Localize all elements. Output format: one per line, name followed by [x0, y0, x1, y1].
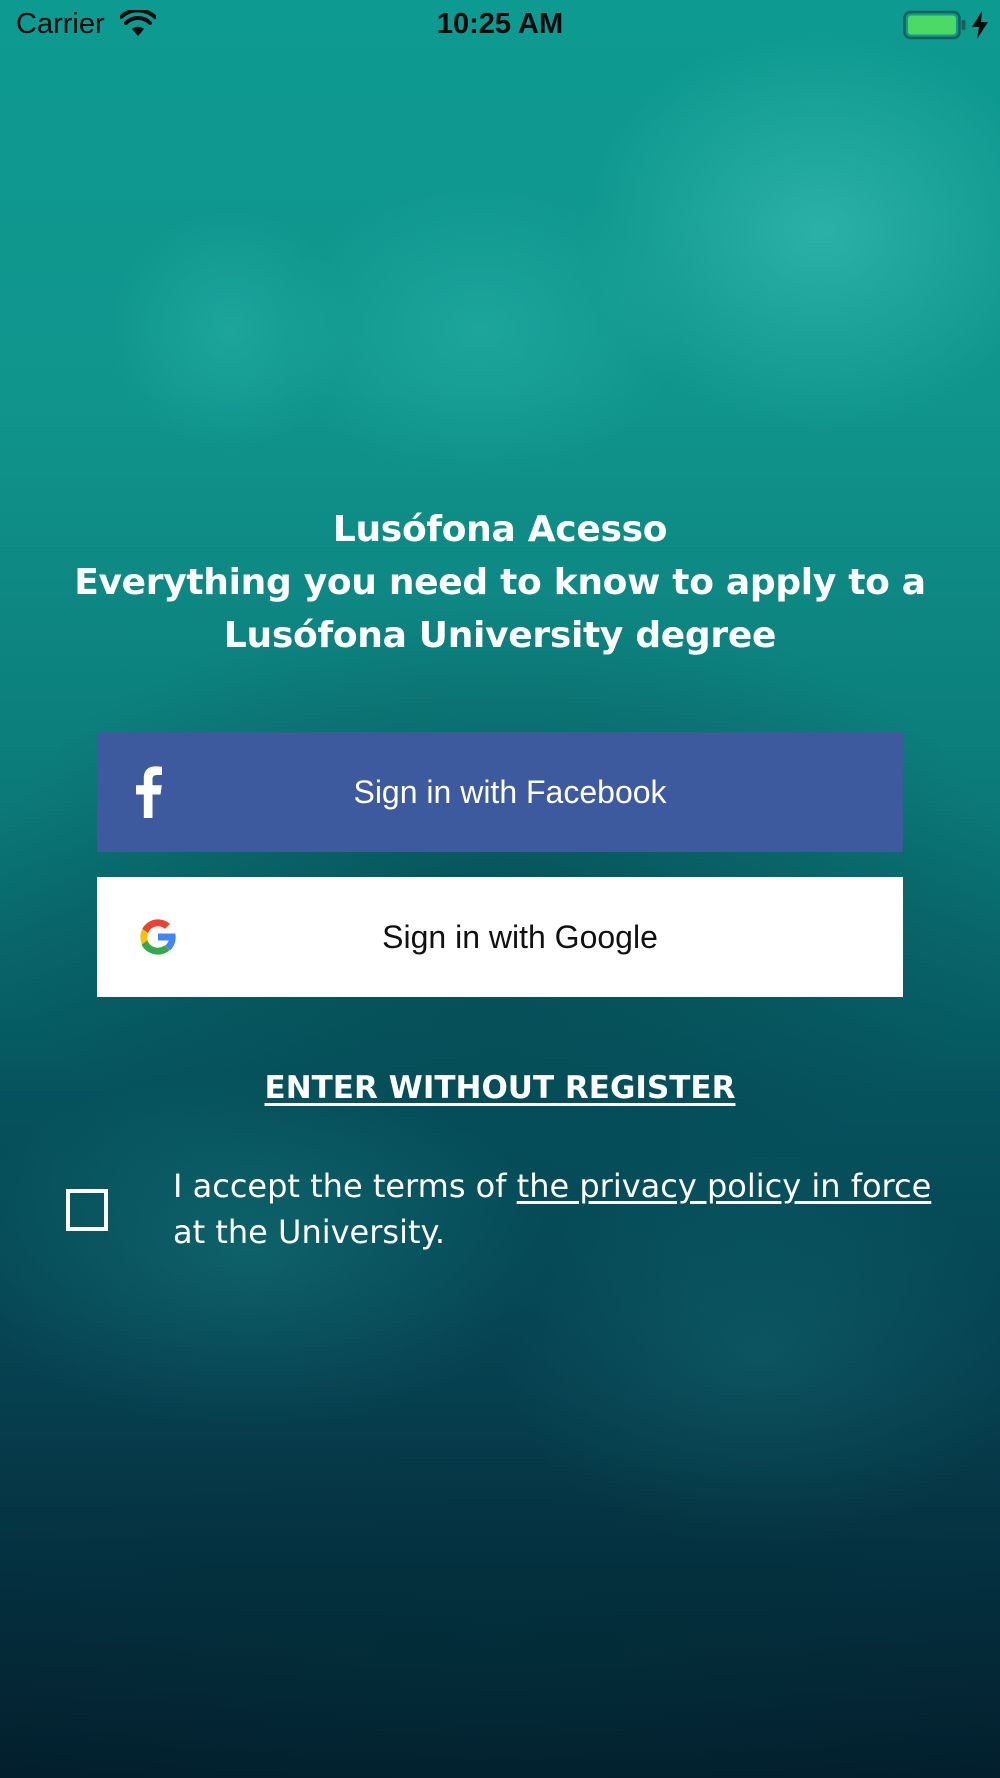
facebook-sign-in-button[interactable]: Sign in with Facebook — [97, 732, 903, 852]
app-tagline-line-1: Everything you need to know to apply to … — [74, 562, 926, 603]
terms-text: I accept the terms of the privacy policy… — [173, 1163, 963, 1255]
app-tagline-line-2: Lusófona University degree — [223, 615, 777, 656]
status-bar: Carrier 10:25 AM — [0, 0, 1000, 50]
terms-suffix: at the University. — [173, 1213, 446, 1251]
app-title: Lusófona Acesso — [332, 509, 668, 550]
login-screen: Carrier 10:25 AM Lusófona Acesso Everyth… — [0, 0, 1000, 1778]
facebook-sign-in-label: Sign in with Facebook — [353, 774, 667, 810]
terms-prefix: I accept the terms of — [173, 1167, 517, 1205]
battery-icon — [903, 10, 967, 44]
status-time: 10:25 AM — [436, 8, 564, 40]
google-sign-in-button[interactable]: Sign in with Google — [97, 877, 903, 997]
charging-bolt-icon — [970, 10, 990, 44]
app-headline: Lusófona Acesso Everything you need to k… — [40, 503, 960, 662]
google-sign-in-label: Sign in with Google — [382, 919, 658, 955]
terms-checkbox[interactable] — [66, 1189, 108, 1231]
privacy-policy-link[interactable]: the privacy policy in force — [517, 1167, 932, 1205]
enter-without-register-link[interactable]: ENTER WITHOUT REGISTER — [0, 1070, 1000, 1106]
